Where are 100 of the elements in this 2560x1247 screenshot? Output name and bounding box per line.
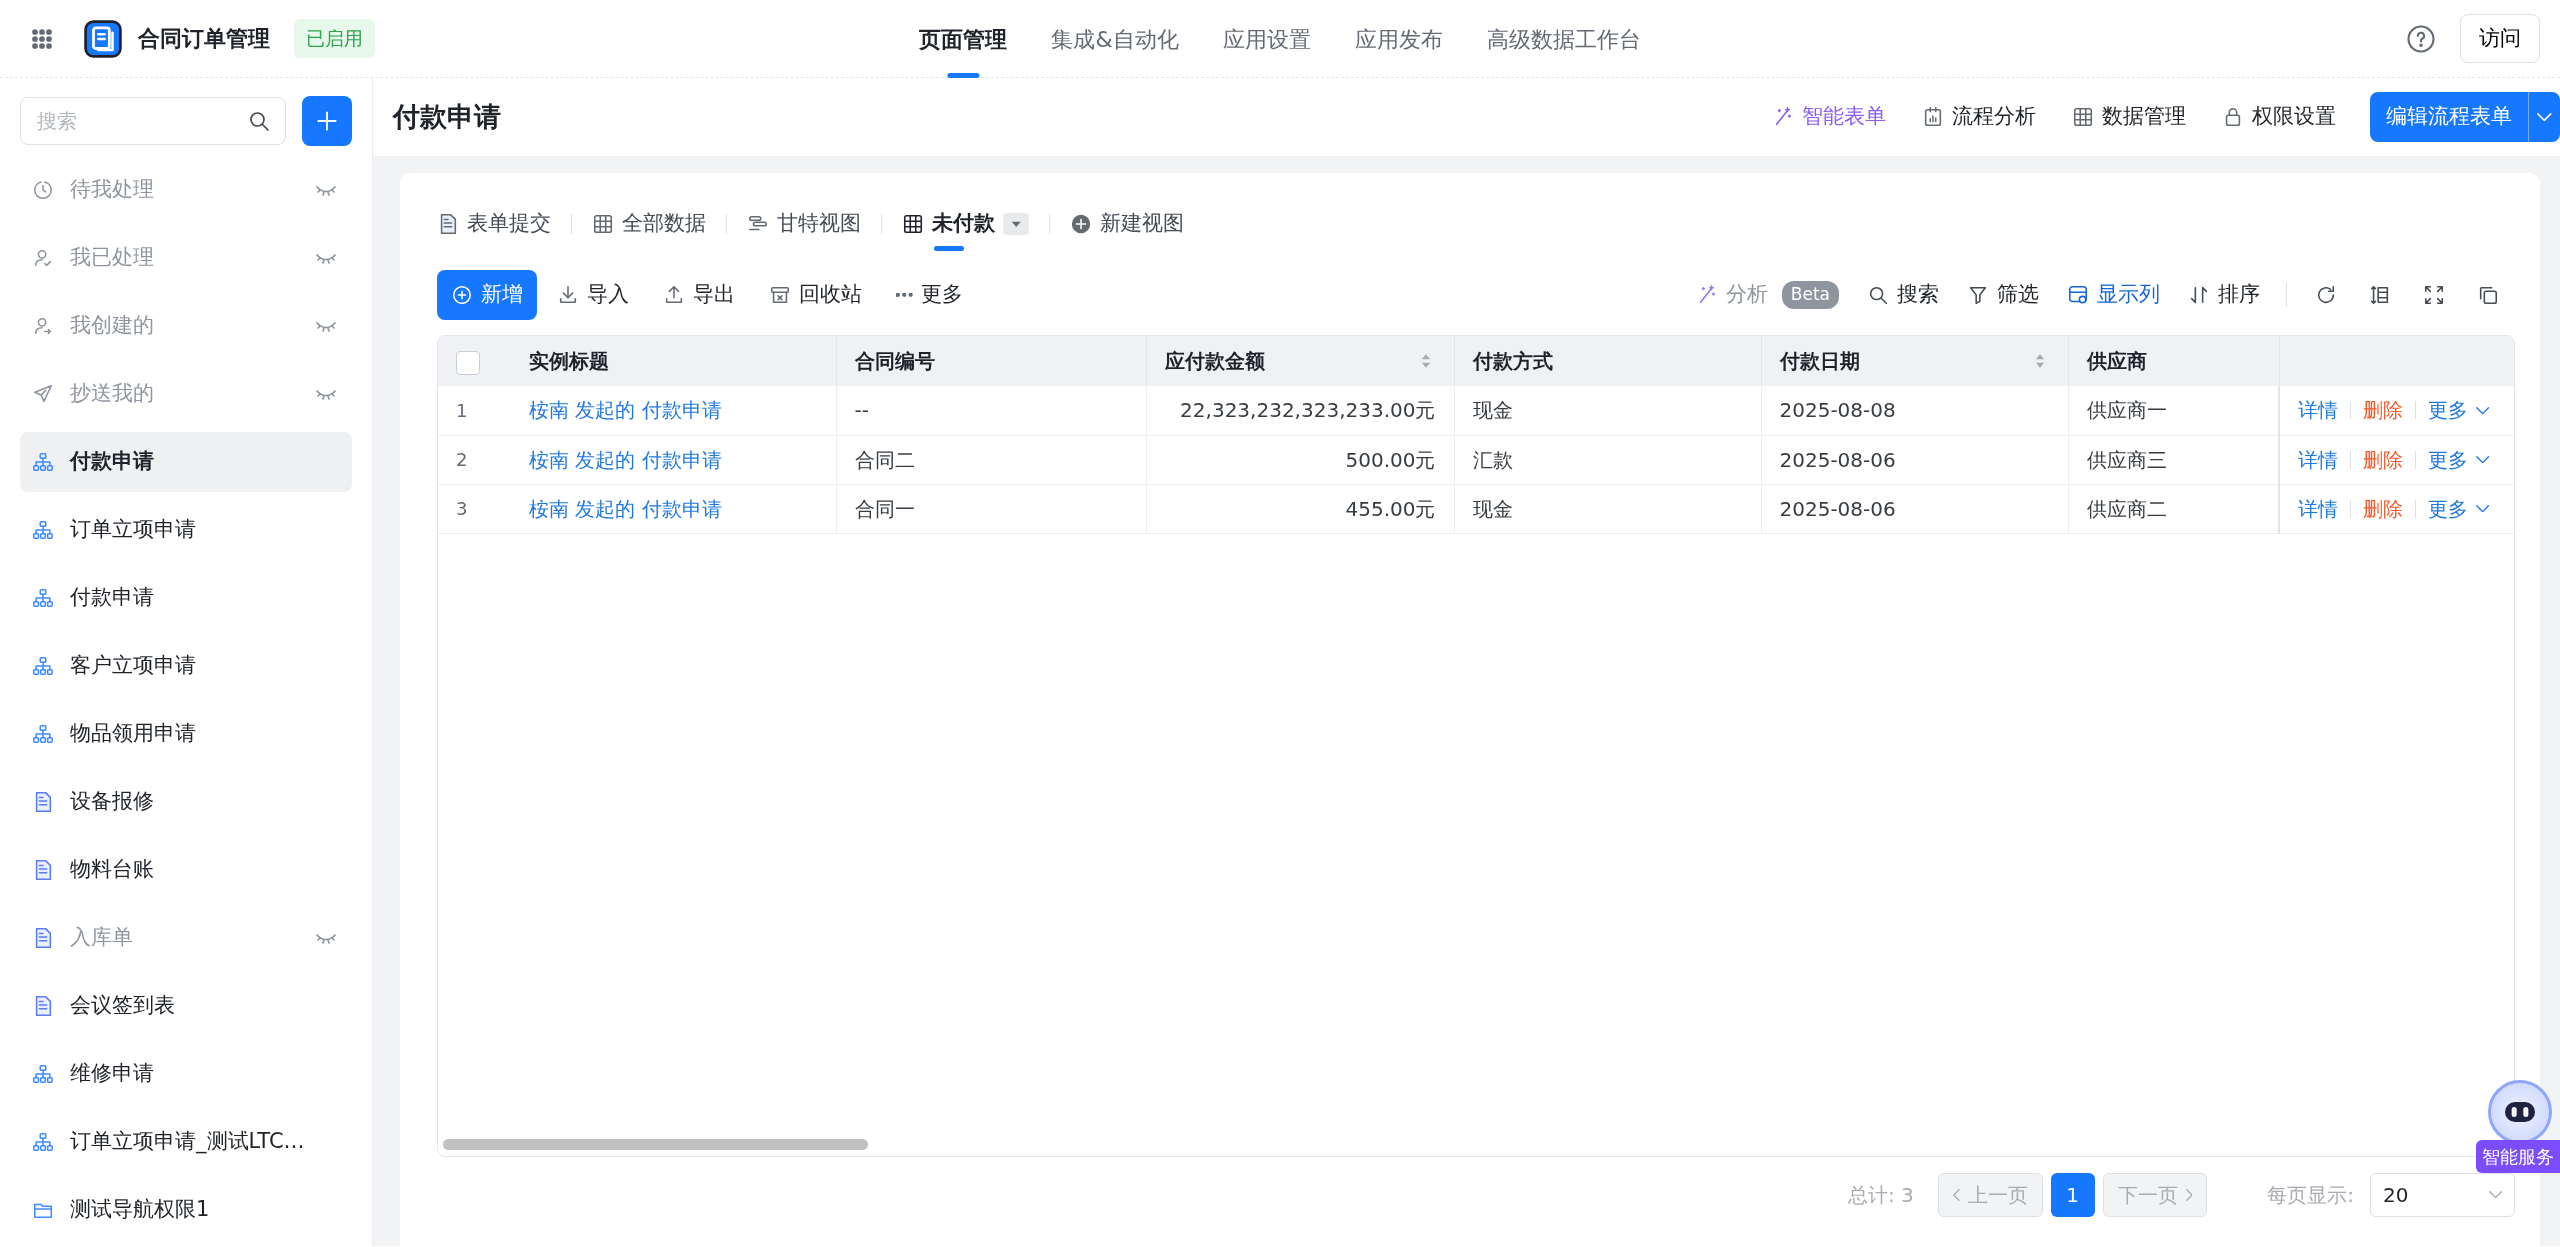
table-cell: 供应商一	[2068, 386, 2279, 435]
nav-tab[interactable]: 集成&自动化	[1029, 0, 1201, 78]
table-cell: 2025-08-06	[1761, 484, 2068, 533]
page-number-button[interactable]: 1	[2050, 1172, 2095, 1217]
toolbar-button[interactable]: 筛选	[1953, 270, 2053, 320]
page-action[interactable]: 权限设置	[2204, 101, 2355, 133]
nav-tab[interactable]: 高级数据工作台	[1464, 0, 1663, 78]
flowchart-icon	[32, 587, 54, 609]
detail-link[interactable]: 详情	[2298, 444, 2338, 475]
beta-tag: Beta	[1781, 281, 1839, 309]
status-tag: 已启用	[294, 19, 375, 58]
help-icon[interactable]	[2406, 23, 2436, 54]
table-cell: 2025-08-06	[1761, 435, 2068, 484]
chevron-down-icon	[2488, 1190, 2502, 1199]
view-tab[interactable]: 全部数据	[592, 203, 706, 245]
refresh-icon[interactable]	[2315, 284, 2337, 306]
search-box[interactable]: 搜索	[20, 97, 286, 145]
sidebar-item[interactable]: 物料台账	[20, 840, 352, 900]
table-icon	[592, 213, 614, 235]
chevron-down-icon	[2476, 406, 2490, 414]
chevron-down-icon	[2476, 455, 2490, 464]
upload-icon	[663, 284, 685, 306]
table-cell: 2025-08-08	[1761, 386, 2068, 435]
view-tab[interactable]: 甘特视图	[747, 203, 861, 245]
plus-circle-icon	[1070, 213, 1092, 235]
flowchart-icon	[32, 655, 54, 677]
sidebar-item[interactable]: 付款申请	[20, 568, 352, 628]
chevron-down-icon	[2537, 112, 2552, 122]
sidebar-item[interactable]: 设备报修	[20, 772, 352, 832]
search-icon	[1867, 284, 1889, 306]
row-height-icon[interactable]	[2369, 284, 2391, 306]
select-all-checkbox[interactable]	[456, 350, 480, 375]
view-tab[interactable]: 表单提交	[437, 203, 551, 245]
page-title: 付款申请	[393, 99, 501, 134]
toolbar-button[interactable]: 显示列	[2053, 270, 2174, 320]
page-action[interactable]: 流程分析	[1904, 101, 2055, 133]
new-view-button[interactable]: 新建视图	[1070, 203, 1184, 245]
sort-icon	[2188, 284, 2210, 306]
visit-button[interactable]: 访问	[2460, 13, 2540, 64]
nav-tab[interactable]: 页面管理	[897, 0, 1030, 78]
sidebar-item[interactable]: 订单立项申请	[20, 500, 352, 560]
sidebar-item[interactable]: 会议签到表	[20, 976, 352, 1036]
more-link[interactable]: 更多	[2428, 395, 2490, 426]
view-menu-button[interactable]	[1003, 213, 1029, 235]
sidebar-item[interactable]: 测试导航权限1	[20, 1180, 352, 1240]
record-link[interactable]: 桉南 发起的 付款申请	[529, 447, 722, 472]
toolbar-button[interactable]: 排序	[2174, 270, 2274, 320]
toolbar-button[interactable]: 搜索	[1853, 270, 1953, 320]
table-cell: 22,323,232,323,233.00元	[1146, 386, 1454, 435]
add-button[interactable]	[302, 96, 352, 146]
columns-icon	[2067, 284, 2089, 306]
sidebar-item[interactable]: 维修申请	[20, 1044, 352, 1104]
clock-icon	[32, 179, 54, 201]
detail-link[interactable]: 详情	[2298, 493, 2338, 524]
download-icon	[557, 284, 579, 306]
dropdown-toggle-button[interactable]	[2528, 92, 2560, 142]
page-action[interactable]: 智能表单	[1754, 101, 1905, 133]
column-header: 合同编号	[854, 349, 935, 373]
flowchart-icon	[32, 519, 54, 541]
more-link[interactable]: 更多	[2428, 444, 2490, 475]
flowchart-icon	[32, 723, 54, 745]
sidebar-item[interactable]: 付款申请	[20, 432, 352, 492]
flowchart-icon	[32, 1131, 54, 1153]
table-cell: 供应商二	[2068, 484, 2279, 533]
page-action[interactable]: 数据管理	[2054, 101, 2205, 133]
assistant-label[interactable]: 智能服务	[2476, 1140, 2560, 1173]
toolbar-button[interactable]: 回收站	[755, 270, 876, 320]
search-icon	[247, 109, 271, 133]
toolbar-button[interactable]: 更多	[882, 270, 977, 320]
sidebar-item[interactable]: 订单立项申请_测试LTC…	[20, 1112, 352, 1172]
flowchart-icon	[32, 1063, 54, 1085]
edit-form-button[interactable]: 编辑流程表单	[2370, 92, 2529, 142]
total-count: 总计: 3	[1847, 1181, 1914, 1209]
toolbar-button[interactable]: 新增	[437, 270, 537, 320]
toolbar-button[interactable]: 导入	[543, 270, 643, 320]
chevron-right-icon	[2185, 1188, 2193, 1201]
more-link[interactable]: 更多	[2428, 493, 2490, 524]
apps-grid-icon[interactable]	[30, 26, 54, 51]
scrollbar-thumb[interactable]	[443, 1139, 868, 1150]
app-title: 合同订单管理	[138, 25, 270, 53]
more-icon	[896, 293, 913, 297]
toolbar-button[interactable]: 导出	[649, 270, 749, 320]
page-size-label: 每页显示:	[2267, 1181, 2354, 1209]
fullscreen-icon[interactable]	[2423, 284, 2445, 306]
nav-tab[interactable]: 应用发布	[1332, 0, 1465, 78]
detail-link[interactable]: 详情	[2298, 395, 2338, 426]
page-size-select[interactable]: 20	[2370, 1172, 2515, 1217]
caret-icon	[1010, 220, 1022, 228]
search-field[interactable]: 搜索	[35, 105, 247, 137]
row-number: 1	[438, 386, 511, 435]
copy-icon[interactable]	[2477, 284, 2499, 306]
record-link[interactable]: 桉南 发起的 付款申请	[529, 398, 722, 423]
table-cell: 供应商三	[2068, 435, 2279, 484]
sidebar-item[interactable]: 客户立项申请	[20, 636, 352, 696]
nav-tab[interactable]: 应用设置	[1200, 0, 1333, 78]
record-link[interactable]: 桉南 发起的 付款申请	[529, 496, 722, 521]
row-number: 3	[438, 484, 511, 533]
sidebar-item[interactable]: 物品领用申请	[20, 704, 352, 764]
paper-plane-icon	[32, 383, 54, 405]
table-cell: 500.00元	[1146, 435, 1454, 484]
